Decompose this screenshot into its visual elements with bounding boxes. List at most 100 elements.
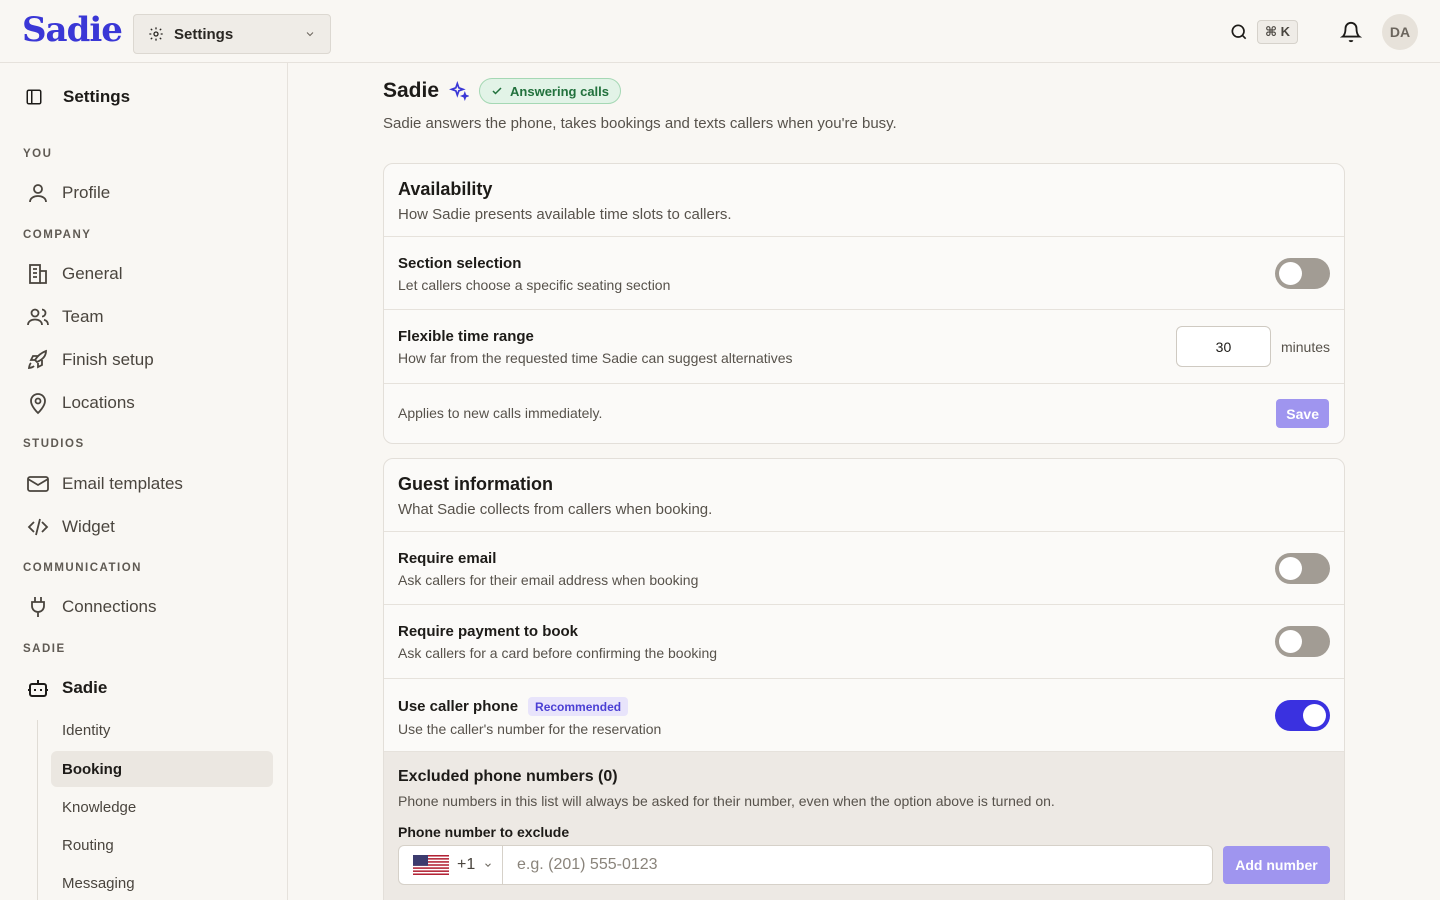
status-badge: Answering calls [479,78,622,104]
sidebar-item-label: Locations [62,393,135,412]
chevron-down-icon [485,863,492,867]
setting-description: Ask callers for a card before confirming… [398,645,718,661]
sidebar: Settings YOU Profile COMPANY General Tea… [0,63,288,900]
avatar[interactable]: DA [1382,14,1418,50]
setting-row-require-payment: Require payment to book Ask callers for … [384,605,1344,679]
phone-field: +1 [398,845,1213,885]
setting-title-text: Use caller phone [398,698,519,715]
setting-title: Use caller phone Recommended [398,697,1330,716]
setting-row-flexible-time: Flexible time range How far from the req… [384,310,1344,384]
section-selection-toggle[interactable] [1275,258,1330,289]
sidebar-item-general[interactable]: General [26,259,122,289]
app-logo[interactable]: Sadie [22,10,123,50]
sidebar-subitem-identity[interactable]: Identity [51,712,273,748]
require-payment-toggle[interactable] [1275,626,1330,657]
status-badge-label: Answering calls [510,83,610,99]
toggle-knob [1279,262,1302,285]
us-flag-icon [413,855,449,875]
flexible-time-input[interactable] [1175,326,1271,367]
section-label-company: COMPANY [23,229,92,241]
sidebar-item-widget[interactable]: Widget [26,512,115,542]
mail-icon [27,476,49,492]
require-email-toggle[interactable] [1275,553,1330,584]
setting-title: Section selection [398,255,522,272]
top-bar: Sadie Settings ⌘ K DA [0,0,1440,63]
sidebar-item-finish-setup[interactable]: Finish setup [26,345,154,375]
section-label-you: YOU [23,148,53,160]
workspace-select[interactable]: Settings [133,14,331,54]
setting-title: Require payment to book [398,623,579,640]
card-header: Availability How Sadie presents availabl… [384,164,1344,237]
user-icon [29,184,47,203]
setting-row-section-selection: Section selection Let callers choose a s… [384,237,1344,310]
setting-description: Let callers choose a specific seating se… [398,277,671,293]
sidebar-item-email-templates[interactable]: Email templates [26,469,183,499]
flexible-time-field: minutes [1175,326,1330,367]
sidebar-item-label: Email templates [62,474,183,493]
rocket-icon [27,349,47,370]
search-icon[interactable] [1229,22,1249,42]
excluded-description: Phone numbers in this list will always b… [398,793,1055,809]
setting-title: Require email [398,550,497,567]
shortcut-hint: ⌘ K [1256,20,1298,44]
bell-icon[interactable] [1340,21,1362,43]
sidebar-item-connections[interactable]: Connections [26,592,157,622]
setting-row-require-email: Require email Ask callers for their emai… [384,532,1344,605]
excluded-title: Excluded phone numbers (0) [398,768,618,785]
sidebar-item-label: Profile [62,183,111,202]
card-header: Guest information What Sadie collects fr… [384,459,1344,532]
phone-field-label: Phone number to exclude [398,824,570,840]
sidebar-subitem-routing[interactable]: Routing [51,827,273,863]
sidebar-title: Settings [63,87,131,106]
save-button[interactable]: Save [1276,399,1329,428]
users-icon [27,308,49,326]
recommended-badge: Recommended [528,697,629,716]
toggle-knob [1279,630,1302,653]
page-description: Sadie answers the phone, takes bookings … [383,115,897,132]
card-footer: Applies to new calls immediately. Save [384,384,1344,443]
section-label-studios: STUDIOS [23,438,85,450]
building-icon [29,264,47,284]
workspace-select-label: Settings [174,25,234,43]
unit-label: minutes [1280,338,1330,355]
phone-entry-row: +1 Add number [398,845,1330,885]
sidebar-item-label: Finish setup [62,350,154,369]
sidebar-item-sadie[interactable]: Sadie [26,673,107,703]
card-title: Guest information [398,474,554,494]
phone-number-input[interactable] [503,846,1212,884]
bot-icon [28,680,48,697]
country-code-select[interactable]: +1 [399,846,503,884]
setting-description: Use the caller's number for the reservat… [398,721,662,737]
sidebar-item-label: Team [62,307,104,326]
sidebar-subitem-knowledge[interactable]: Knowledge [51,789,273,825]
gear-icon [149,27,163,41]
availability-card: Availability How Sadie presents availabl… [383,163,1345,444]
code-icon [27,518,49,536]
add-number-button[interactable]: Add number [1223,846,1330,884]
section-label-communication: COMMUNICATION [23,562,142,574]
toggle-knob [1279,557,1302,580]
use-caller-phone-toggle[interactable] [1275,700,1330,731]
plug-icon [31,597,45,617]
footer-note: Applies to new calls immediately. [398,405,603,421]
check-icon [492,87,502,95]
sidebar-item-label: General [62,264,123,283]
sidebar-item-team[interactable]: Team [26,302,104,332]
setting-description: Ask callers for their email address when… [398,572,699,588]
sidebar-item-label: Sadie [62,678,108,697]
sidebar-item-label: Widget [62,517,115,536]
sidebar-item-profile[interactable]: Profile [26,178,110,208]
map-pin-icon [30,393,46,415]
sidebar-item-locations[interactable]: Locations [26,388,135,418]
sidebar-subitem-booking[interactable]: Booking [51,751,273,787]
page-title: Sadie Answering calls [383,78,622,104]
setting-row-use-caller-phone: Use caller phone Recommended Use the cal… [384,679,1344,752]
sidebar-header: Settings [25,87,130,107]
submenu-line [37,720,38,900]
guest-information-card: Guest information What Sadie collects fr… [383,458,1345,900]
card-title: Availability [398,179,493,199]
sidebar-subitem-messaging[interactable]: Messaging [51,865,273,900]
country-code: +1 [457,856,476,873]
sidebar-toggle-icon[interactable] [25,88,43,106]
page-title-text: Sadie [383,79,440,102]
